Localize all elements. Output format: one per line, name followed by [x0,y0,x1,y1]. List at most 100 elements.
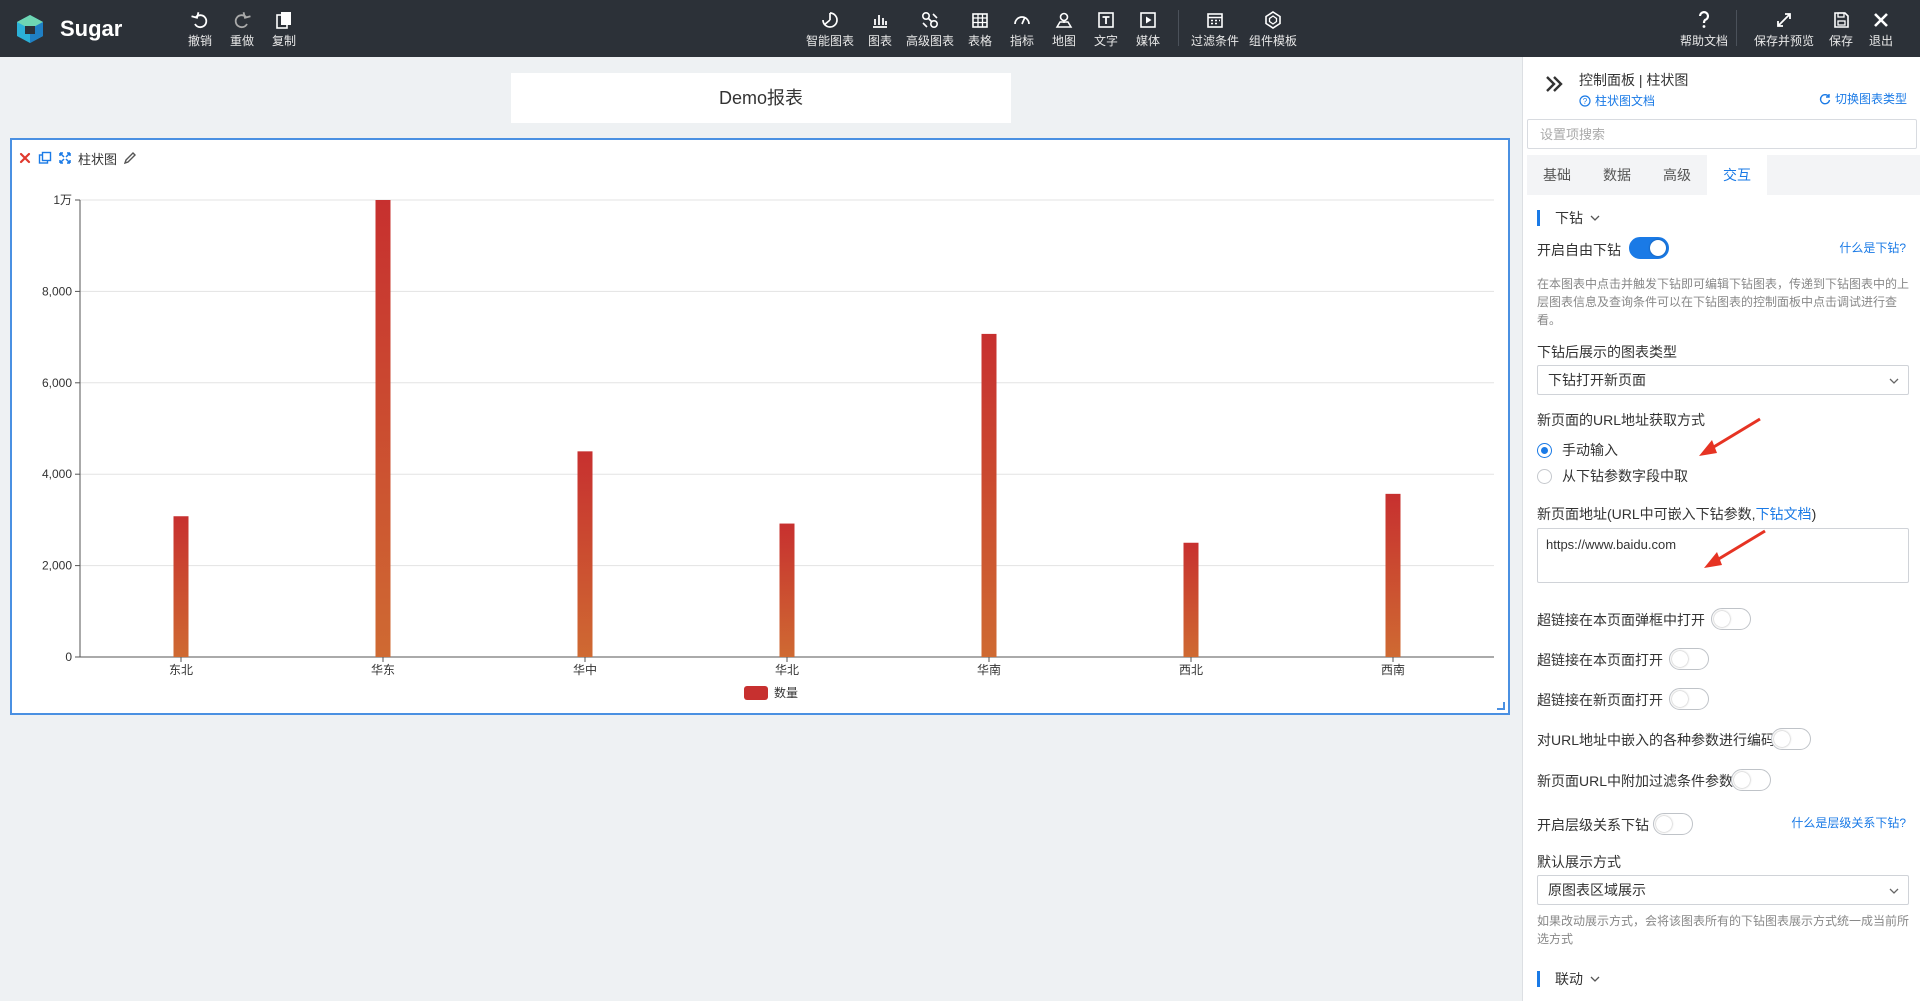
chart-doc-link[interactable]: ? 柱状图文档 [1579,92,1655,109]
toggle-switch[interactable] [1669,688,1709,710]
bar [577,451,593,657]
legend-label: 数量 [774,685,798,700]
section-marker [1537,971,1540,987]
display-mode-value: 原图表区域展示 [1548,882,1646,898]
expand-icon [1777,13,1791,27]
bar [1183,542,1199,657]
settings-search-input[interactable] [1527,119,1917,149]
y-tick-label: 8,000 [42,284,72,298]
toolbar-label: 过滤条件 [1191,34,1240,48]
annotation-arrow-icon [1699,417,1761,456]
toolbar-gauge-button[interactable]: 指标 [1010,10,1034,52]
chevron-down-icon [1590,215,1600,221]
toolbar-advanced-chart-button[interactable]: 高级图表 [906,10,954,52]
what-is-hierarchy-drill-link[interactable]: 什么是层级关系下钻? [1791,814,1906,831]
hierarchy-drill-toggle[interactable] [1653,813,1693,835]
tab-advanced[interactable]: 高级 [1647,155,1707,195]
collapse-panel-icon[interactable] [1543,73,1565,95]
tab-basic[interactable]: 基础 [1527,155,1587,195]
toolbar-chart-button[interactable]: 图表 [868,10,892,52]
radio-from-field[interactable]: 从下钻参数字段中取 [1537,466,1688,486]
table-icon [972,13,988,28]
template-icon [1265,11,1281,29]
linkage-section-header[interactable]: 联动 [1537,969,1601,989]
what-is-drill-link[interactable]: 什么是下钻? [1839,239,1906,256]
panel-tabs: 基础 数据 高级 交互 [1527,155,1920,195]
toolbar-label: 高级图表 [906,34,955,48]
smart-chart-icon [822,12,838,28]
undo-icon [191,12,208,29]
panel-title: 控制面板 | 柱状图 [1579,72,1689,88]
top-toolbar: Sugar 撤销 重做 复制 智能图表 图表 高级图表 表格 指标 地图 文字 媒体 过滤条件 组件模… [0,0,1920,57]
toolbar-divider [1178,10,1179,46]
toolbar-divider [1736,10,1737,46]
chevron-down-icon [1590,976,1600,982]
filter-icon [1207,13,1223,28]
toolbar-expand-button[interactable]: 保存并预览 [1754,10,1814,52]
drill-doc-link[interactable]: 下钻文档 [1756,506,1812,522]
toggle-switch[interactable] [1711,608,1751,630]
toolbar-filter-button[interactable]: 过滤条件 [1191,10,1239,52]
toolbar-label: 表格 [968,34,993,48]
bar [1385,493,1401,657]
x-tick-label: 西南 [1381,662,1405,677]
url-method-label: 新页面的URL地址获取方式 [1537,412,1706,428]
toggle-switch[interactable] [1771,728,1811,750]
toggle-row-label: 对URL地址中嵌入的各种参数进行编码 [1537,732,1776,748]
panel-header: 控制面板 | 柱状图 ? 柱状图文档 切换图表类型 [1523,57,1920,115]
x-tick-label: 华东 [371,663,395,677]
drill-chart-type-value: 下钻打开新页面 [1548,372,1646,388]
toolbar-label: 复制 [272,34,297,48]
drill-chart-type-select[interactable]: 下钻打开新页面 [1537,365,1909,395]
toolbar-copy-button[interactable]: 复制 [272,10,296,52]
enable-drill-toggle[interactable] [1629,237,1669,259]
tab-interaction[interactable]: 交互 [1707,155,1767,195]
svg-text:?: ? [1583,97,1588,106]
x-tick-label: 西北 [1179,663,1203,677]
toolbar-template-button[interactable]: 组件模板 [1249,10,1297,52]
toolbar-save-button[interactable]: 保存 [1829,10,1853,52]
bar-chart-widget[interactable]: 柱状图 东北 华东 华中 华北 华南 西北 西南 0 2,000 4,000 6,000 8,000… [10,138,1510,715]
map-icon [1055,12,1073,28]
toolbar-close-button[interactable]: 退出 [1869,10,1893,52]
toggle-row-label: 超链接在本页面弹框中打开 [1537,612,1705,628]
toolbar-media-button[interactable]: 媒体 [1136,10,1160,52]
brand-name: Sugar [60,16,123,41]
drill-section-title: 下钻 [1555,210,1583,226]
toolbar-label: 组件模板 [1249,34,1298,48]
toolbar-label: 撤销 [188,34,213,48]
radio-field-label: 从下钻参数字段中取 [1562,468,1688,484]
toolbar-text-button[interactable]: 文字 [1094,10,1118,52]
toggle-switch[interactable] [1731,769,1771,791]
switch-chart-type-link[interactable]: 切换图表类型 [1819,90,1907,107]
toolbar-label: 地图 [1052,34,1077,48]
resize-handle[interactable] [1497,702,1505,710]
x-tick-label: 华南 [977,662,1001,677]
section-marker [1537,210,1540,226]
url-label-suffix: ) [1811,506,1817,522]
x-tick-label: 华中 [573,662,597,677]
report-title[interactable]: Demo报表 [511,73,1011,123]
radio-manual-input[interactable]: 手动输入 [1537,440,1618,460]
toolbar-table-button[interactable]: 表格 [968,10,992,52]
display-mode-select[interactable]: 原图表区域展示 [1537,875,1909,905]
x-tick-label: 东北 [169,663,193,677]
toggle-switch[interactable] [1669,648,1709,670]
toolbar-undo-button[interactable]: 撤销 [188,10,212,52]
bar [779,523,795,657]
sugar-logo-icon [17,15,43,43]
annotation-arrow-icon [1704,529,1766,568]
radio-unselected-dot [1537,468,1552,484]
tab-data[interactable]: 数据 [1587,155,1647,195]
drill-section-header[interactable]: 下钻 [1537,208,1601,228]
close-icon [1874,13,1888,27]
x-tick-label: 华北 [775,663,799,677]
toolbar-help-button[interactable]: 帮助文档 [1680,10,1728,52]
chevron-down-icon [1889,378,1899,384]
bar-chart: 东北 华东 华中 华北 华南 西北 西南 0 2,000 4,000 6,000 8,000 1万 数… [42,193,1494,700]
toolbar-map-button[interactable]: 地图 [1052,10,1076,52]
switch-chart-type-label: 切换图表类型 [1834,92,1907,106]
toolbar-label: 文字 [1094,34,1119,48]
toolbar-redo-button[interactable]: 重做 [230,10,254,52]
toolbar-smart-chart-button[interactable]: 智能图表 [806,10,854,52]
